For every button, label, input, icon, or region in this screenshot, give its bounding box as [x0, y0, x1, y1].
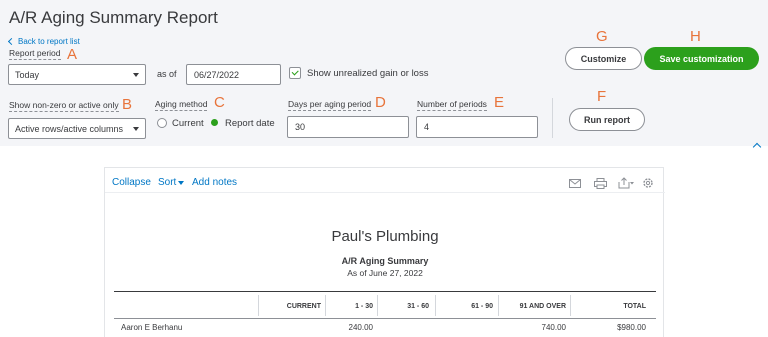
sort-label: Sort — [158, 177, 177, 188]
back-to-report-list-link[interactable]: Back to report list — [7, 37, 80, 46]
collapse-panel-button[interactable] — [752, 142, 762, 152]
vertical-divider — [552, 98, 553, 138]
aging-current-label: Current — [172, 118, 204, 129]
chevron-up-icon — [752, 142, 762, 152]
radio-selected-dot — [211, 119, 218, 126]
chevron-down-icon — [178, 180, 185, 185]
nonzero-label: Show non-zero or active only — [9, 100, 119, 112]
row-1-30[interactable]: 240.00 — [327, 323, 373, 332]
chevron-down-icon — [133, 72, 139, 77]
add-notes-link[interactable]: Add notes — [192, 177, 237, 188]
column-separator — [377, 295, 378, 316]
check-icon — [291, 68, 299, 76]
column-separator — [435, 295, 436, 316]
number-of-periods-input[interactable]: 4 — [416, 116, 538, 138]
days-per-period-input[interactable]: 30 — [287, 116, 409, 138]
table-header-rule — [114, 318, 656, 319]
column-separator — [258, 295, 259, 316]
print-icon[interactable] — [594, 178, 607, 189]
callout-b: B — [122, 96, 133, 113]
settings-icon[interactable] — [642, 177, 654, 189]
column-header[interactable]: TOTAL — [572, 303, 646, 310]
column-header[interactable]: CURRENT — [261, 303, 321, 310]
table-top-rule — [114, 291, 656, 292]
table-row[interactable]: Aaron E Berhanu 240.00 740.00 $980.00 — [105, 320, 665, 337]
back-link-label: Back to report list — [18, 37, 80, 46]
column-separator — [498, 295, 499, 316]
page-title: A/R Aging Summary Report — [9, 8, 218, 27]
sort-dropdown[interactable]: Sort — [158, 177, 185, 188]
aging-report-date-label: Report date — [225, 118, 275, 129]
callout-f: F — [597, 88, 607, 105]
collapse-link[interactable]: Collapse — [112, 177, 151, 188]
report-period-select[interactable]: Today — [8, 64, 146, 85]
row-total[interactable]: $980.00 — [572, 323, 646, 332]
aging-method-label: Aging method — [155, 99, 208, 111]
unrealized-gain-label: Show unrealized gain or loss — [307, 68, 429, 79]
report-period-value: Today — [15, 69, 40, 80]
callout-g: G — [596, 28, 608, 45]
nonzero-select[interactable]: Active rows/active columns — [8, 118, 146, 139]
report-card: Collapse Sort Add notes Paul's Plumbing … — [104, 167, 665, 337]
days-per-period-label: Days per aging period — [288, 99, 372, 111]
column-header[interactable]: 31 - 60 — [379, 303, 429, 310]
aging-current-radio[interactable] — [157, 118, 167, 128]
row-91-over[interactable]: 740.00 — [500, 323, 566, 332]
callout-e: E — [494, 94, 505, 111]
column-header[interactable]: 91 AND OVER — [500, 303, 566, 310]
as-of-label: as of — [157, 69, 177, 79]
callout-c: C — [214, 94, 225, 111]
callout-d: D — [375, 94, 386, 111]
as-of-date-input[interactable]: 06/27/2022 — [186, 64, 281, 85]
unrealized-gain-checkbox[interactable] — [289, 67, 301, 79]
column-separator — [325, 295, 326, 316]
chevron-left-icon — [7, 37, 16, 46]
nonzero-value: Active rows/active columns — [15, 123, 124, 134]
column-separator — [570, 295, 571, 316]
toolbar-divider — [105, 192, 665, 193]
callout-h: H — [690, 28, 701, 45]
save-customization-button[interactable]: Save customization — [644, 47, 759, 70]
email-icon[interactable] — [569, 179, 581, 188]
report-date: As of June 27, 2022 — [347, 268, 423, 278]
column-header[interactable]: 61 - 90 — [437, 303, 493, 310]
company-name: Paul's Plumbing — [331, 228, 439, 245]
aging-report-date-radio[interactable] — [211, 119, 218, 126]
row-customer-name[interactable]: Aaron E Berhanu — [121, 323, 182, 332]
report-period-label: Report period — [9, 48, 61, 60]
run-report-button[interactable]: Run report — [569, 108, 645, 131]
callout-a: A — [67, 46, 78, 63]
report-title: A/R Aging Summary — [341, 256, 429, 266]
column-header[interactable]: 1 - 30 — [327, 303, 373, 310]
chevron-down-icon — [133, 126, 139, 131]
number-of-periods-label: Number of periods — [417, 99, 487, 111]
export-icon[interactable] — [618, 177, 634, 189]
customize-button[interactable]: Customize — [565, 47, 642, 70]
